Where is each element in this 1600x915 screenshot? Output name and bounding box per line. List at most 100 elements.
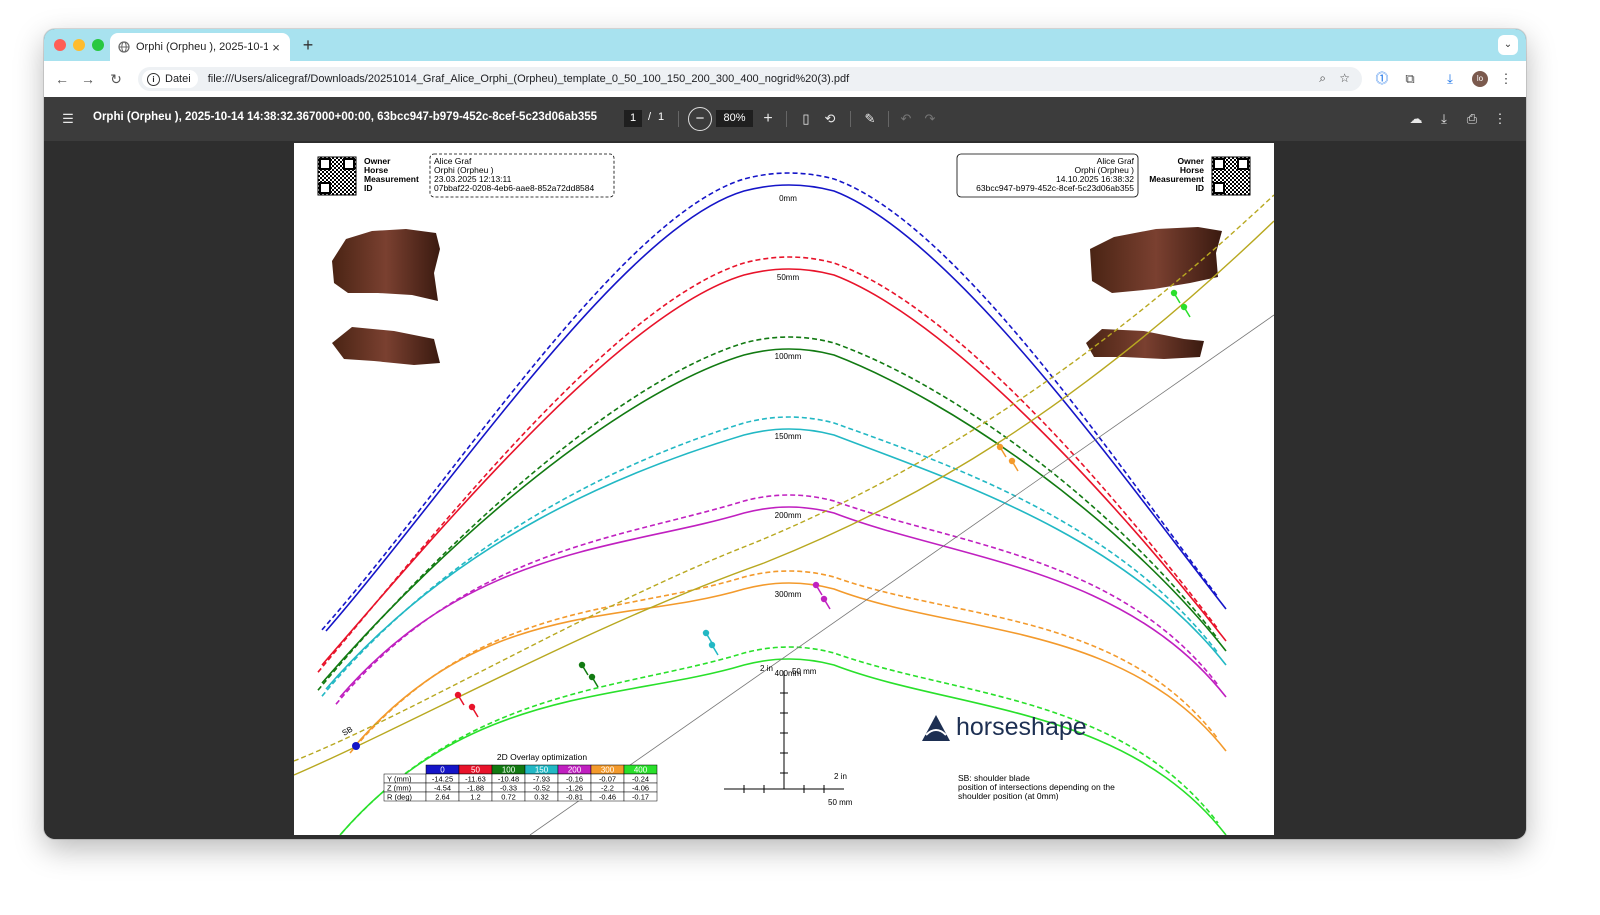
back-icon[interactable]: ← xyxy=(52,69,72,89)
table-cell-value: 0.72 xyxy=(501,793,516,802)
table-cell-value: -0.52 xyxy=(533,784,550,793)
table-cell-value: 1.2 xyxy=(470,793,480,802)
info-icon: i xyxy=(147,72,160,86)
tab-close-icon[interactable]: × xyxy=(268,40,284,55)
contour-dashed-3 xyxy=(321,416,1219,697)
pdf-page: Owner Horse Measurement ID Alice Graf Or… xyxy=(294,143,1274,835)
intersection-dot xyxy=(820,595,828,603)
zoom-in-button[interactable]: + xyxy=(758,109,778,129)
curve-label-100: 100mm xyxy=(775,352,802,361)
contour-dashed-2 xyxy=(317,336,1219,691)
table-header-text: 150 xyxy=(535,766,549,775)
new-tab-button[interactable]: + xyxy=(298,35,318,55)
intersection-dot xyxy=(812,581,820,589)
zoom-level-input[interactable]: 80% xyxy=(716,110,753,127)
pdf-title: Orphi (Orpheu ), 2025-10-14 14:38:32.367… xyxy=(93,111,598,123)
intersection-dot xyxy=(702,629,710,637)
password-manager-icon[interactable]: ⓵ xyxy=(1372,69,1392,89)
sb-marker: SB xyxy=(341,725,360,750)
table-header-text: 100 xyxy=(502,766,516,775)
table-cell-value: -1.26 xyxy=(566,784,583,793)
intersection-dot xyxy=(996,443,1004,451)
pdf-viewer-area[interactable]: Owner Horse Measurement ID Alice Graf Or… xyxy=(44,141,1526,839)
intersection-dot xyxy=(1180,303,1188,311)
annotate-icon[interactable]: ✎ xyxy=(860,109,880,129)
hamburger-menu-icon[interactable]: ☰ xyxy=(58,109,78,129)
drive-upload-icon[interactable]: ☁ xyxy=(1406,109,1426,129)
browser-toolbar: ← → ↻ i Datei file:///Users/alicegraf/Do… xyxy=(44,61,1526,97)
zoom-icon[interactable]: ⌕ xyxy=(1319,71,1326,86)
download-icon[interactable]: ⤓ xyxy=(1440,69,1460,89)
left-meta-values: Alice Graf Orphi (Orpheu ) 23.03.2025 12… xyxy=(434,156,595,193)
tab-active[interactable]: Orphi (Orpheu ), 2025-10-14 × xyxy=(110,33,290,61)
horseshape-logo: horseshape xyxy=(922,713,1087,741)
table-cell-value: -4.06 xyxy=(632,784,649,793)
table-cell-value: -2.2 xyxy=(601,784,614,793)
address-bar[interactable]: i Datei file:///Users/alicegraf/Download… xyxy=(138,67,1362,91)
site-info-chip[interactable]: i Datei xyxy=(142,70,198,88)
rotate-icon[interactable]: ⟲ xyxy=(820,109,840,129)
table-row-label: Y (mm) xyxy=(387,775,412,784)
page-number-input[interactable]: 1 xyxy=(624,110,642,127)
left-meta-labels: Owner Horse Measurement ID xyxy=(364,156,419,193)
meta-label: ID xyxy=(364,183,373,193)
bookmark-star-icon[interactable]: ☆ xyxy=(1339,71,1350,85)
contour-solid-3 xyxy=(325,428,1227,690)
table-cell-value: -0.24 xyxy=(632,775,649,784)
table-cell-value: 0.32 xyxy=(534,793,549,802)
table-cell-value: -4.54 xyxy=(434,784,451,793)
browser-window: Orphi (Orpheu ), 2025-10-14 × + ⌄ ← → ↻ … xyxy=(44,29,1526,839)
table-cell-value: -11.63 xyxy=(465,775,486,784)
redo-icon[interactable]: ↷ xyxy=(920,109,940,129)
close-window-button[interactable] xyxy=(54,39,66,51)
minimize-window-button[interactable] xyxy=(73,39,85,51)
intersection-dot xyxy=(708,641,716,649)
table-row-label: R (deg) xyxy=(387,793,413,802)
extensions-icon[interactable]: ⧉ xyxy=(1400,69,1420,89)
pdf-more-icon[interactable]: ⋮ xyxy=(1490,109,1510,129)
tab-strip: Orphi (Orpheu ), 2025-10-14 × + ⌄ xyxy=(44,29,1526,61)
scale-bar xyxy=(724,671,844,793)
profile-avatar[interactable]: lo xyxy=(1472,71,1488,87)
table-cell-value: -0.07 xyxy=(599,775,616,784)
curve-label-200: 200mm xyxy=(775,511,802,520)
contour-dashed-1 xyxy=(317,256,1219,673)
page-total: 1 xyxy=(658,111,665,123)
print-icon[interactable]: ⎙ xyxy=(1462,109,1482,129)
scale-v-label2: 50 mm xyxy=(792,667,817,676)
meta-value: 63bcc947-b979-452c-8cef-5c23d06ab355 xyxy=(976,183,1134,193)
meta-value: 07bbaf22-0208-4eb6-aae8-852a72dd8584 xyxy=(434,183,595,193)
intersection-markers xyxy=(454,289,1191,718)
zoom-out-button[interactable]: − xyxy=(688,107,712,131)
forward-icon[interactable]: → xyxy=(78,69,98,89)
contour-solid-6 xyxy=(339,658,1227,835)
scale-h-label: 2 in xyxy=(834,772,847,781)
tab-search-button[interactable]: ⌄ xyxy=(1498,35,1518,55)
horseshape-logo-icon xyxy=(922,715,950,741)
right-meta-labels: Owner Horse Measurement ID xyxy=(1149,156,1205,193)
table-cell-value: -14.25 xyxy=(432,775,453,784)
qr-code-left xyxy=(317,156,357,196)
reload-icon[interactable]: ↻ xyxy=(106,69,126,89)
table-header-text: 300 xyxy=(601,766,615,775)
tab-title: Orphi (Orpheu ), 2025-10-14 xyxy=(136,41,268,53)
browser-menu-icon[interactable]: ⋮ xyxy=(1496,69,1516,89)
horse-back-image-right xyxy=(1086,227,1222,359)
contour-curves xyxy=(317,172,1227,835)
intersection-dot xyxy=(588,673,596,681)
table-title: 2D Overlay optimization xyxy=(497,752,588,762)
maximize-window-button[interactable] xyxy=(92,39,104,51)
fit-page-icon[interactable]: ▯ xyxy=(796,109,816,129)
pdf-download-icon[interactable]: ⤓ xyxy=(1434,109,1454,129)
intersection-dot xyxy=(578,661,586,669)
site-info-label: Datei xyxy=(165,73,191,85)
curve-labels: 0mm 50mm 100mm 150mm 200mm 300mm 400mm xyxy=(775,194,802,678)
toolbar-divider xyxy=(888,111,889,127)
table-cell-value: -0.81 xyxy=(566,793,583,802)
table-cell-value: -0.46 xyxy=(599,793,616,802)
toolbar-divider xyxy=(786,111,787,127)
undo-icon[interactable]: ↶ xyxy=(896,109,916,129)
table-cell-value: -0.16 xyxy=(566,775,583,784)
table-cell-value: 2.64 xyxy=(435,793,450,802)
window-controls xyxy=(54,39,104,51)
